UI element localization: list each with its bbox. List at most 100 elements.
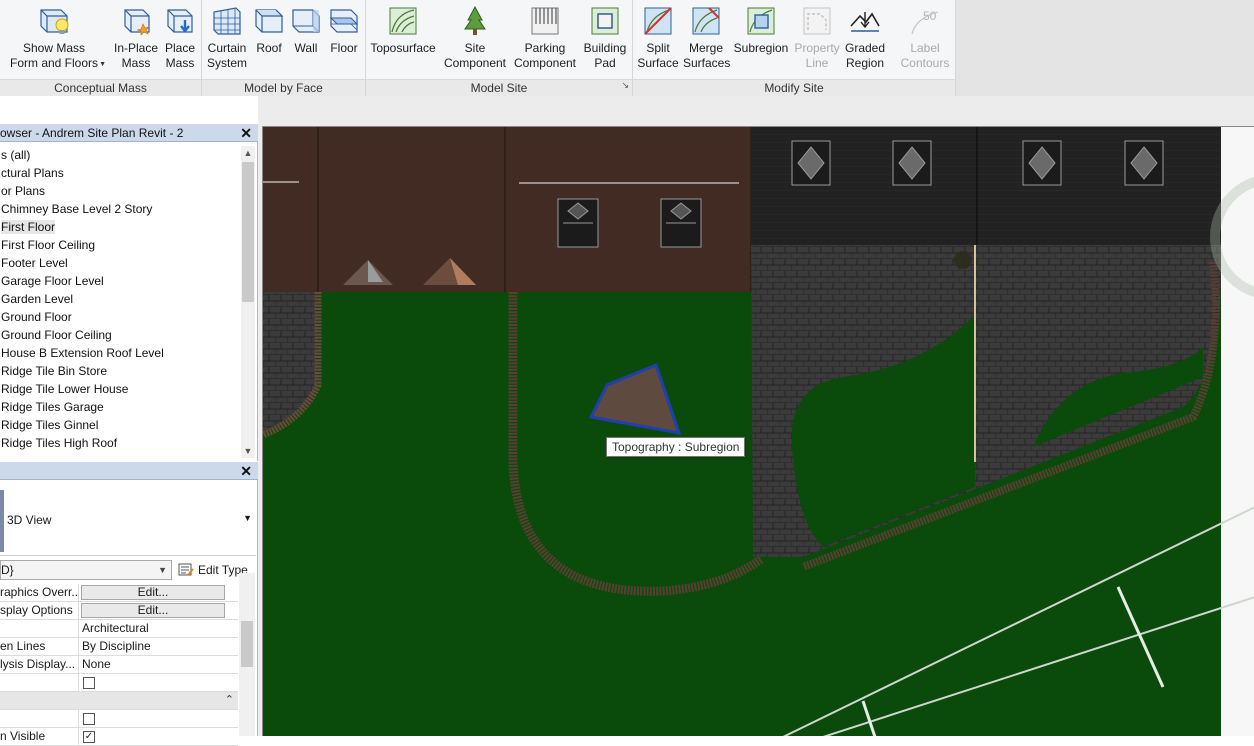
inplace-mass-button[interactable]: In-Place Mass [110, 4, 162, 78]
tree-item[interactable]: Garden Level [0, 290, 240, 308]
scroll-up-icon[interactable]: ▲ [241, 146, 255, 160]
parking-component-label-1: Parking [524, 41, 566, 55]
parking-icon [531, 7, 559, 35]
building-pad-button[interactable]: Building Pad [580, 4, 630, 78]
property-value[interactable]: None [81, 656, 238, 674]
property-line-label-2: Line [805, 56, 829, 70]
tree-item[interactable]: Ridge Tiles High Roof [0, 434, 240, 452]
inplace-mass-label-2: Mass [121, 56, 151, 70]
collapse-icon[interactable]: ⌃ [225, 692, 234, 709]
property-value[interactable]: Architectural [81, 620, 238, 638]
curtain-system-button[interactable]: Curtain System [204, 4, 250, 78]
dialog-launcher-icon[interactable]: ↘ [621, 77, 629, 94]
show-mass-icon [40, 9, 69, 34]
show-mass-button[interactable]: Show Mass Form and Floors ▼ [4, 4, 106, 78]
site-component-button[interactable]: Site Component [440, 4, 510, 78]
tree-item[interactable]: First Floor [0, 218, 240, 236]
place-mass-button[interactable]: Place Mass [160, 4, 200, 78]
graded-region-icon [850, 12, 880, 32]
parking-component-button[interactable]: Parking Component [510, 4, 580, 78]
tree-item[interactable]: Ridge Tiles Garage [0, 398, 240, 416]
show-mass-label-2: Form and Floors [9, 56, 99, 70]
tree-item[interactable]: Ridge Tile Lower House [0, 380, 240, 398]
tree-item[interactable]: Ridge Tile Bin Store [0, 362, 240, 380]
chevron-down-icon[interactable]: ▼ [158, 561, 167, 579]
close-icon[interactable]: ✕ [240, 124, 252, 141]
instance-filter-row: D} ▼ Edit Type [0, 558, 256, 582]
element-tooltip: Topography : Subregion [606, 437, 746, 457]
tree-item[interactable]: Ridge Tiles Ginnel [0, 416, 240, 434]
scrollbar-thumb[interactable] [241, 621, 253, 667]
tree-item-label: Ridge Tile Lower House [1, 382, 129, 396]
toposurface-button[interactable]: Toposurface [368, 4, 438, 78]
floor-icon [329, 9, 359, 33]
property-checkbox[interactable] [83, 677, 95, 689]
tree-item[interactable]: ctural Plans [0, 164, 240, 182]
instance-filter-dropdown[interactable]: D} ▼ [0, 560, 172, 580]
property-group-header[interactable]: ⌃ [0, 692, 238, 710]
property-checkbox[interactable] [83, 713, 95, 725]
property-edit-button[interactable]: Edit... [81, 585, 225, 600]
scrollbar-thumb[interactable] [242, 162, 254, 302]
type-selector[interactable]: 3D View ▼ [0, 484, 256, 556]
type-thumbnail [0, 490, 4, 552]
split-surface-button[interactable]: Split Surface [635, 4, 681, 78]
ribbon-empty-area [956, 0, 1254, 96]
property-checkbox[interactable]: ✓ [83, 731, 95, 743]
property-name: raphics Overr... [0, 584, 79, 602]
property-line-button[interactable]: Property Line [791, 4, 843, 78]
property-row [0, 710, 238, 728]
subregion-icon [747, 7, 775, 35]
split-surface-icon [644, 7, 672, 35]
tree-item[interactable]: Ground Floor [0, 308, 240, 326]
tree-item[interactable]: or Plans [0, 182, 240, 200]
toposurface-icon [389, 7, 417, 35]
tree-item-label: Garage Floor Level [1, 274, 104, 288]
subregion-button[interactable]: Subregion [731, 4, 791, 78]
tree-item-label: Ridge Tiles Ginnel [1, 418, 99, 432]
floor-button[interactable]: Floor [324, 4, 364, 78]
tree-item[interactable]: Ground Floor Ceiling [0, 326, 240, 344]
place-mass-label-1: Place [164, 41, 196, 55]
edit-type-icon [178, 563, 194, 576]
property-edit-button[interactable]: Edit... [81, 603, 225, 618]
tree-item[interactable]: House B Extension Roof Level [0, 344, 240, 362]
tree-item[interactable]: Chimney Base Level 2 Story [0, 200, 240, 218]
graded-region-label-1: Graded [844, 41, 886, 55]
property-row: splay Options Edit... [0, 602, 238, 620]
tree-item-label: Ridge Tiles High Roof [1, 436, 118, 450]
label-contours-label-1: Label [910, 41, 940, 55]
ribbon: Show Mass Form and Floors ▼ In-Place Mas… [0, 0, 1254, 96]
property-value[interactable]: By Discipline [81, 638, 238, 656]
properties-scrollbar[interactable] [239, 573, 255, 736]
roof-icon [255, 9, 284, 33]
show-mass-label-1: Show Mass [22, 41, 86, 55]
drawing-view-3d[interactable]: Topography : Subregion [262, 126, 1254, 736]
tree-item[interactable]: Garage Floor Level [0, 272, 240, 290]
label-contours-button[interactable]: 50 Label Contours [897, 4, 953, 78]
project-browser-scrollbar[interactable]: ▲ ▼ [241, 146, 255, 458]
scroll-down-icon[interactable]: ▼ [241, 444, 255, 458]
graded-region-button[interactable]: Graded Region [841, 4, 889, 78]
roof-button[interactable]: Roof [250, 4, 288, 78]
tree-item-label: Ridge Tile Bin Store [1, 364, 108, 378]
merge-surfaces-button[interactable]: Merge Surfaces [683, 4, 730, 78]
curtain-system-label-2: System [206, 56, 247, 70]
instance-filter-value: D} [1, 563, 14, 577]
tree-item-label: Ground Floor [1, 310, 72, 324]
wall-button[interactable]: Wall [288, 4, 324, 78]
tree-item[interactable]: First Floor Ceiling [0, 236, 240, 254]
property-name [0, 710, 79, 728]
chevron-down-icon[interactable]: ▼ [243, 513, 252, 523]
tree-item[interactable]: s (all) [0, 146, 240, 164]
panel-conceptual-mass: Show Mass Form and Floors ▼ In-Place Mas… [0, 0, 202, 96]
graded-region-label-2: Region [845, 56, 885, 70]
properties-table: raphics Overr... Edit... splay Options Edit… [0, 584, 238, 746]
tree-item[interactable]: Footer Level [0, 254, 240, 272]
property-row: lysis Display... None [0, 656, 238, 674]
panel-model-by-face: Curtain System Roof Wall Floor Model by … [202, 0, 366, 96]
tree-item-label: Ground Floor Ceiling [1, 328, 112, 342]
close-icon[interactable]: ✕ [240, 462, 252, 479]
dropdown-arrow-icon[interactable]: ▼ [99, 57, 106, 72]
site-component-label-2: Component [443, 56, 507, 70]
